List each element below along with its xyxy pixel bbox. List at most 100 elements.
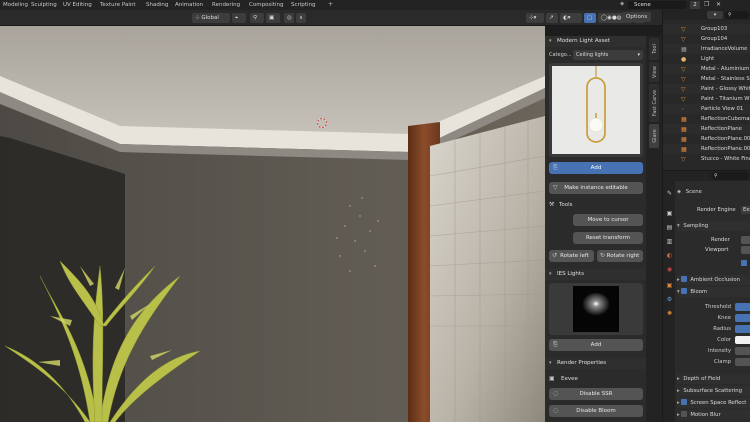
scene-tab-icon[interactable]: ◐	[665, 251, 674, 260]
rotate-right-button[interactable]: ↻ Rotate right	[597, 250, 643, 262]
view-layer-tab-icon[interactable]: ▥	[665, 237, 674, 246]
make-instance-editable-button[interactable]: ▽ Make instance editable	[549, 182, 643, 194]
list-item[interactable]: ▦ ReflectionPlane.001	[663, 134, 750, 144]
render-engine-row: Render Engine Eeve	[677, 205, 750, 215]
ssr-checkbox[interactable]	[681, 399, 688, 405]
move-to-cursor-button[interactable]: Move to cursor	[573, 214, 643, 226]
scene-user-count[interactable]: 2	[690, 1, 700, 9]
output-tab-icon[interactable]: ▤	[665, 223, 674, 232]
menu-item-animation[interactable]: Animation	[172, 1, 206, 9]
bloom-panel-header[interactable]: ▾ Bloom	[677, 287, 750, 297]
threshold-field[interactable]	[735, 303, 750, 311]
proportional-edit-icon[interactable]: ◎	[284, 13, 294, 23]
clamp-field[interactable]	[735, 358, 750, 366]
menu-item-scripting[interactable]: Scripting	[288, 1, 318, 9]
collapse-caret-icon: ▸	[677, 277, 680, 283]
disable-bloom-button[interactable]: ◌ Disable Bloom	[549, 405, 643, 417]
copy-scene-icon[interactable]: ❐	[704, 1, 709, 8]
camera-icon: ▣	[549, 375, 555, 382]
scene-selector[interactable]: Scene	[628, 1, 686, 9]
section-render-properties[interactable]: ▾ Render Properties	[545, 358, 646, 369]
asset-preview-frame[interactable]	[549, 63, 643, 157]
intensity-label: Intensity	[707, 348, 731, 354]
color-swatch[interactable]	[735, 336, 750, 344]
render-engine-dropdown[interactable]: Eeve	[741, 206, 750, 214]
particles-tab-icon[interactable]: ✺	[665, 309, 674, 318]
options-dropdown[interactable]: Options	[622, 12, 652, 22]
ies-preview-frame[interactable]	[549, 283, 643, 335]
reset-transform-button[interactable]: Reset transform	[573, 232, 643, 244]
list-item[interactable]: ▽ Paint - Titanium Wh	[663, 94, 750, 104]
intensity-field[interactable]	[735, 347, 750, 355]
search-icon[interactable]: ⚲	[725, 11, 749, 19]
world-tab-icon[interactable]: ◉	[665, 265, 674, 274]
render-tab-icon[interactable]: ▣	[665, 209, 674, 218]
section-ies-lights[interactable]: ▾ IES Lights	[545, 269, 646, 280]
outliner-list: ▽ Group103 ▽ Group104 ▦ IrradianceVolume ● L…	[663, 24, 750, 170]
list-item[interactable]: ▦ ReflectionPlane	[663, 124, 750, 134]
ies-add-button[interactable]: ⎘ Add	[549, 339, 643, 351]
filter-icon[interactable]: ▾	[707, 11, 723, 19]
list-item[interactable]: ▽ Metal - Aluminium	[663, 64, 750, 74]
menu-item-compositing[interactable]: Compositing	[246, 1, 286, 9]
scene-icon: ◈	[677, 189, 682, 195]
menu-item-modeling[interactable]: Modeling	[0, 1, 31, 9]
ssr-icon: ◌	[553, 390, 559, 397]
xray-icon[interactable]: ▢	[584, 13, 596, 23]
rotate-left-button[interactable]: ↺ Rotate left	[549, 250, 594, 262]
list-item[interactable]: ◦ Particle View 01	[663, 104, 750, 114]
category-dropdown[interactable]: Ceiling lights ▾	[573, 50, 643, 60]
transform-orientation-dropdown[interactable]: ⊹ Global	[192, 13, 230, 23]
list-item[interactable]: ▽ Group104	[663, 34, 750, 44]
list-item[interactable]: ▽ Metal - Stainless St	[663, 74, 750, 84]
ao-checkbox[interactable]	[681, 276, 688, 282]
tab-view[interactable]: View	[649, 62, 659, 82]
knee-field[interactable]	[735, 314, 750, 322]
motion-blur-panel-header[interactable]: ▸ Motion Blur	[677, 410, 750, 420]
tool-tab-icon[interactable]: ✎	[665, 189, 674, 198]
list-item[interactable]: ▦ ReflectionCubemap	[663, 114, 750, 124]
gizmo-icon[interactable]: ↗	[546, 13, 558, 23]
radius-field[interactable]	[735, 325, 750, 333]
close-icon[interactable]: ✕	[716, 1, 721, 8]
sampling-panel-header[interactable]: ▾ Sampling	[677, 221, 750, 231]
viewport-samples-field[interactable]	[741, 246, 750, 254]
list-item[interactable]: ● Light	[663, 54, 750, 64]
list-item[interactable]: ▽ Stucco - White Fine	[663, 154, 750, 164]
subsurface-panel-header[interactable]: ▸ Subsurface Scattering	[677, 386, 750, 396]
tab-glare[interactable]: Glare	[649, 124, 659, 148]
light-icon: ●	[681, 56, 687, 63]
menu-item-uv-editing[interactable]: UV Editing	[60, 1, 95, 9]
section-modern-light-asset[interactable]: ▾ Modern Light Asset	[545, 36, 646, 47]
menu-item-shading[interactable]: Shading	[143, 1, 171, 9]
checkbox[interactable]: V	[741, 259, 750, 269]
falloff-icon[interactable]: ∧	[296, 13, 306, 23]
search-icon[interactable]: ⚲	[711, 172, 749, 180]
item-label: ReflectionPlane.002	[701, 146, 750, 152]
disable-ssr-button[interactable]: ◌ Disable SSR	[549, 388, 643, 400]
object-tab-icon[interactable]: ▣	[665, 281, 674, 290]
add-workspace-icon[interactable]: +	[328, 1, 333, 8]
3d-viewport[interactable]	[0, 26, 545, 422]
depth-of-field-panel-header[interactable]: ▸ Depth of Field	[677, 374, 750, 384]
overlays-icon[interactable]: ◐▾	[560, 13, 582, 23]
ambient-occlusion-panel-header[interactable]: ▸ Ambient Occlusion	[677, 275, 750, 285]
snap-icon[interactable]: ⚲	[250, 13, 264, 23]
menu-item-sculpting[interactable]: Sculpting	[28, 1, 60, 9]
add-asset-button[interactable]: ⎘ Add	[549, 162, 643, 174]
pivot-icon[interactable]: ⌖	[232, 13, 246, 23]
list-item[interactable]: ▽ Paint - Glossy White	[663, 84, 750, 94]
motion-blur-checkbox[interactable]	[681, 411, 688, 417]
menu-item-texture-paint[interactable]: Texture Paint	[97, 1, 139, 9]
snap-target-icon[interactable]: ▣	[266, 13, 280, 23]
menu-item-rendering[interactable]: Rendering	[209, 1, 243, 9]
list-item[interactable]: ▦ ReflectionPlane.002	[663, 144, 750, 154]
group-icon: ▽	[681, 26, 686, 33]
list-item[interactable]: ▦ IrradianceVolume	[663, 44, 750, 54]
ssr-panel-header[interactable]: ▸ Screen Space Reflect	[677, 398, 750, 408]
modifier-tab-icon[interactable]: ⚙	[665, 295, 674, 304]
view-object-types-icon[interactable]: ⊹▾	[526, 13, 544, 23]
bloom-checkbox[interactable]	[681, 288, 688, 294]
list-item[interactable]: ▽ Group103	[663, 24, 750, 34]
render-samples-field[interactable]	[741, 236, 750, 244]
